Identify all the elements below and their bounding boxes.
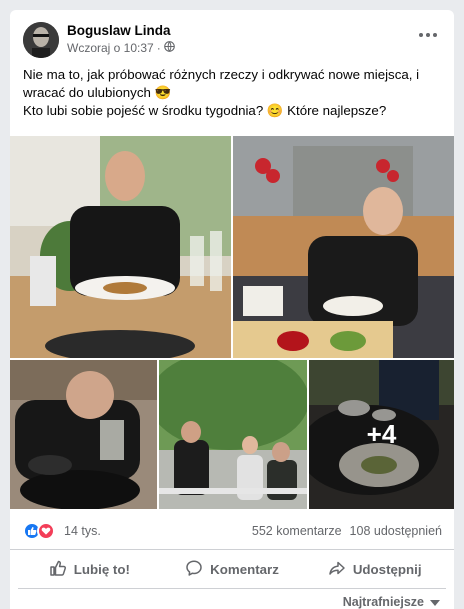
meta-separator: · — [156, 41, 161, 55]
right-stats: 552 komentarze 108 udostępnień — [252, 524, 442, 538]
post-time[interactable]: Wczoraj o 10:37 — [67, 41, 154, 55]
post-text: Nie ma to, jak próbować różnych rzeczy i… — [23, 66, 443, 120]
comment-icon — [185, 559, 203, 580]
photo-5-more[interactable]: +4 — [309, 360, 454, 509]
love-reaction-icon — [37, 522, 55, 540]
sort-label: Najtrafniejsze — [342, 595, 424, 609]
share-icon — [328, 559, 346, 580]
like-label: Lubię to! — [73, 562, 130, 577]
dot-icon — [433, 33, 437, 37]
more-photos-overlay[interactable]: +4 — [309, 360, 454, 509]
photo-1[interactable] — [10, 136, 231, 358]
photo-grid: +4 — [10, 136, 454, 509]
caret-down-icon — [430, 595, 440, 609]
post-card: Boguslaw Linda Wczoraj o 10:37 · Nie ma … — [10, 10, 454, 609]
post-text-line: Nie ma to, jak próbować różnych rzeczy i… — [23, 67, 420, 82]
post-actions: Lubię to! Komentarz Udostępnij — [18, 551, 446, 589]
post-header: Boguslaw Linda Wczoraj o 10:37 · — [10, 10, 454, 66]
share-label: Udostępnij — [352, 562, 422, 577]
author-avatar[interactable] — [23, 22, 59, 58]
thumbs-up-icon — [49, 559, 67, 580]
author-name[interactable]: Boguslaw Linda — [67, 23, 171, 38]
post-meta: Wczoraj o 10:37 · — [67, 41, 175, 55]
dot-icon — [419, 33, 423, 37]
like-button[interactable]: Lubię to! — [18, 551, 161, 588]
photo-4[interactable] — [159, 360, 307, 509]
photo-2[interactable] — [233, 136, 454, 358]
more-options-button[interactable] — [416, 28, 440, 42]
reactions[interactable] — [23, 522, 55, 540]
share-button[interactable]: Udostępnij — [303, 551, 446, 588]
globe-icon — [163, 41, 175, 55]
dot-icon — [426, 33, 430, 37]
comments-count[interactable]: 552 komentarze — [252, 524, 342, 538]
reactions-count[interactable]: 14 tys. — [64, 524, 101, 538]
photo-3[interactable] — [10, 360, 157, 509]
shares-count[interactable]: 108 udostępnień — [350, 524, 442, 538]
post-stats: 14 tys. 552 komentarze 108 udostępnień — [10, 510, 454, 550]
comment-button[interactable]: Komentarz — [161, 551, 304, 588]
post-text-line: Kto lubi sobie pojeść w środku tygodnia?… — [23, 103, 387, 118]
comment-sort-dropdown[interactable]: Najtrafniejsze — [343, 595, 440, 609]
post-text-line: wracać do ulubionych 😎 — [23, 85, 172, 100]
comment-label: Komentarz — [210, 562, 279, 577]
